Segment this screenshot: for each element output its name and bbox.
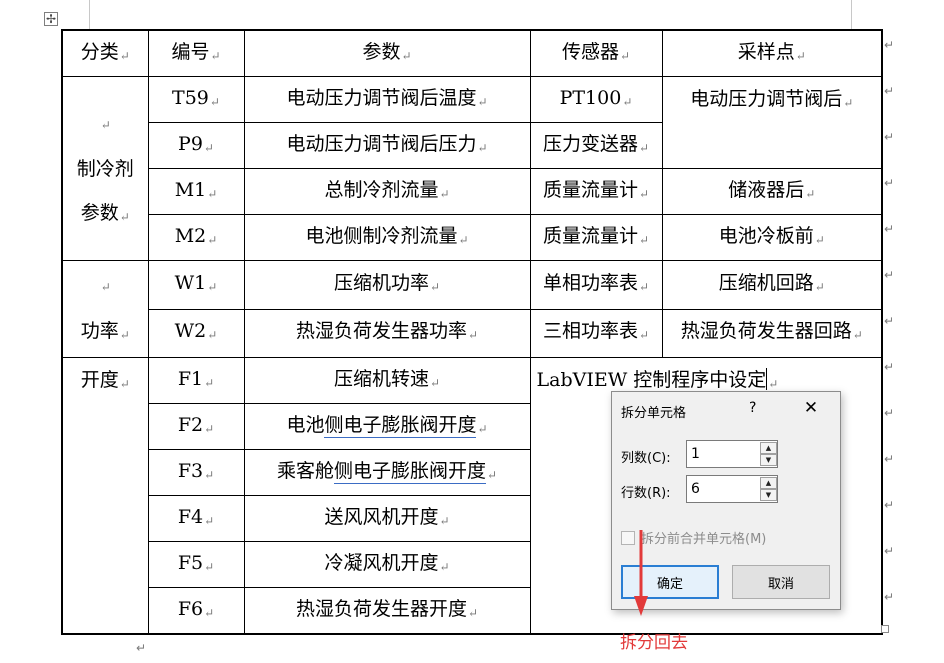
checkbox-label: 拆分前合并单元格(M) [641,532,767,547]
id-cell[interactable]: F2↵ [147,403,245,450]
id-cell[interactable]: F1↵ [147,357,245,404]
param-cell[interactable]: 电动压力调节阀后温度↵ [243,76,531,123]
rows-input[interactable] [687,476,763,502]
table-row: M1↵ 总制冷剂流量↵ 质量流量计↵ 储液器后↵ [62,168,883,215]
columns-stepper[interactable]: ▲ ▼ [686,440,778,468]
close-icon[interactable]: ✕ [801,398,821,418]
point-cell[interactable]: 压缩机回路↵ [661,260,883,310]
point-cell[interactable]: 电动压力调节阀后↵ [661,76,883,169]
cancel-button[interactable]: 取消 [732,565,830,599]
header-cell[interactable]: 参数↵ [243,29,531,77]
row-end-mark: ↵ [884,176,895,190]
param-cell[interactable]: 热湿负荷发生器功率↵ [243,308,531,358]
sensor-cell[interactable]: 压力变送器↵ [529,122,663,169]
margin-guide-right [851,0,852,29]
param-cell[interactable]: 乘客舱侧电子膨胀阀开度↵ [243,449,531,496]
id-cell[interactable]: T59↵ [147,76,245,123]
param-cell[interactable]: 电池侧制冷剂流量↵ [243,214,531,261]
grammar-underline: 侧电子膨胀阀开度 [324,413,477,438]
id-cell[interactable]: F4↵ [147,495,245,542]
columns-up-icon[interactable]: ▲ [760,442,777,454]
table-row: M2↵ 电池侧制冷剂流量↵ 质量流量计↵ 电池冷板前↵ [62,214,883,261]
row-end-mark: ↵ [884,268,895,282]
margin-guide-left [89,0,90,29]
sensor-cell[interactable]: 单相功率表↵ [529,260,663,310]
annotation-text: 拆分回去 [620,633,688,653]
row-end-mark: ↵ [884,84,895,98]
header-cell[interactable]: 采样点↵ [661,29,883,77]
param-cell[interactable]: 压缩机功率↵ [243,260,531,310]
header-cell[interactable]: 编号↵ [147,29,245,77]
id-cell[interactable]: M1↵ [147,168,245,215]
rows-label: 行数(R): [621,486,671,501]
table-resize-handle[interactable] [881,625,889,633]
row-end-mark: ↵ [884,498,895,512]
param-cell[interactable]: 送风风机开度↵ [243,495,531,542]
sensor-cell[interactable]: 质量流量计↵ [529,168,663,215]
row-end-mark: ↵ [884,314,895,328]
row-end-mark: ↵ [884,406,895,420]
dialog-title: 拆分单元格 [621,406,687,421]
rows-up-icon[interactable]: ▲ [760,477,777,489]
sensor-cell[interactable]: 三相功率表↵ [529,308,663,358]
row-end-mark: ↵ [884,360,895,374]
sensor-cell[interactable]: 质量流量计↵ [529,214,663,261]
point-cell[interactable]: 储液器后↵ [661,168,883,215]
columns-down-icon[interactable]: ▼ [760,454,777,466]
annotation-arrow-icon [634,530,648,616]
param-cell[interactable]: 电动压力调节阀后压力↵ [243,122,531,169]
param-cell[interactable]: 冷凝风机开度↵ [243,541,531,588]
columns-label: 列数(C): [621,451,671,466]
id-cell[interactable]: W2↵ [147,308,245,358]
columns-input[interactable] [687,441,763,467]
point-cell[interactable]: 电池冷板前↵ [661,214,883,261]
row-end-mark: ↵ [884,544,895,558]
sensor-cell[interactable]: PT100↵ [529,76,663,123]
id-cell[interactable]: M2↵ [147,214,245,261]
param-cell[interactable]: 压缩机转速↵ [243,357,531,404]
rows-stepper[interactable]: ▲ ▼ [686,475,778,503]
table-row: ↵ 制冷剂 参数↵ T59↵ 电动压力调节阀后温度↵ PT100↵ 电动压力调节… [61,76,883,261]
table-header-row: 分类↵ 编号↵ 参数↵ 传感器↵ 采样点↵ [61,29,883,77]
id-cell[interactable]: F6↵ [147,587,245,635]
rows-down-icon[interactable]: ▼ [760,489,777,501]
id-cell[interactable]: P9↵ [147,122,245,169]
help-icon[interactable]: ? [749,400,756,416]
category-cell-power[interactable]: ↵ 功率↵ [61,260,149,358]
header-cell[interactable]: 分类↵ [61,29,149,77]
param-cell[interactable]: 电池侧电子膨胀阀开度↵ [243,403,531,450]
point-cell[interactable]: 热湿负荷发生器回路↵ [661,308,883,358]
table-row: ↵ 功率↵ W1↵ 压缩机功率↵ 单相功率表↵ 压缩机回路↵ [61,260,883,358]
row-end-mark: ↵ [884,130,895,144]
paragraph-end-mark: ↵ [136,641,147,655]
row-end-mark: ↵ [884,590,895,604]
id-cell[interactable]: F3↵ [147,449,245,496]
id-cell[interactable]: W1↵ [147,260,245,310]
row-end-mark: ↵ [884,38,895,52]
row-end-mark: ↵ [884,452,895,466]
table-move-handle-icon[interactable]: ✢ [44,12,58,26]
param-cell[interactable]: 总制冷剂流量↵ [243,168,531,215]
param-cell[interactable]: 热湿负荷发生器开度↵ [243,587,531,635]
id-cell[interactable]: F5↵ [147,541,245,588]
grammar-underline: 侧电子膨胀阀开度 [333,459,486,484]
category-cell-opening[interactable]: 开度↵ [61,357,149,635]
category-cell-refrigerant[interactable]: ↵ 制冷剂 参数↵ [61,76,149,261]
table-row: W2↵ 热湿负荷发生器功率↵ 三相功率表↵ 热湿负荷发生器回路↵ [62,308,883,358]
header-cell[interactable]: 传感器↵ [529,29,663,77]
row-end-mark: ↵ [884,222,895,236]
